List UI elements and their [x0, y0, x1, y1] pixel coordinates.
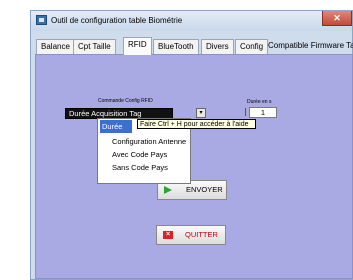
tab-config[interactable]: Config	[235, 39, 269, 54]
tab-balance[interactable]: Balance	[36, 39, 75, 54]
window-title: Outil de configuration table Biométrie	[51, 16, 183, 25]
chevron-down-icon[interactable]: ▾	[196, 108, 206, 118]
tab-bar: Balance Cpt Taille RFID BlueTooth Divers…	[36, 37, 353, 55]
tab-rfid[interactable]: RFID	[123, 37, 152, 55]
tab-bluetooth[interactable]: BlueTooth	[153, 39, 199, 54]
command-label: Commande Config RFID	[98, 98, 153, 104]
app-icon	[36, 15, 47, 25]
title-bar[interactable]: Outil de configuration table Biométrie ✕	[31, 11, 352, 31]
quit-button-label: QUITTER	[185, 230, 218, 239]
arrow-right-icon	[164, 186, 174, 194]
duration-spinner[interactable]	[245, 108, 248, 116]
help-tooltip: Faire Ctrl + H pour accéder à l'aide	[137, 119, 256, 129]
tab-compatible-firmware[interactable]: Compatible Firmware Ta	[268, 41, 353, 50]
dropdown-item-sans-code-pays[interactable]: Sans Code Pays	[98, 161, 190, 174]
close-button[interactable]: ✕	[322, 11, 352, 26]
duration-input[interactable]: 1	[249, 107, 277, 118]
rfid-panel	[35, 54, 353, 279]
dropdown-item-configuration-antenne[interactable]: Configuration Antenne	[98, 135, 190, 148]
send-button-label: ENVOYER	[186, 185, 223, 194]
duration-label: Durée en s	[247, 99, 272, 105]
tab-cpt-taille[interactable]: Cpt Taille	[73, 39, 116, 54]
close-icon: ×	[163, 231, 173, 239]
tab-divers[interactable]: Divers	[201, 39, 234, 54]
dropdown-item-avec-code-pays[interactable]: Avec Code Pays	[98, 148, 190, 161]
dropdown-item-duree[interactable]: Durée	[100, 120, 132, 133]
quit-button[interactable]: × QUITTER	[156, 225, 226, 245]
